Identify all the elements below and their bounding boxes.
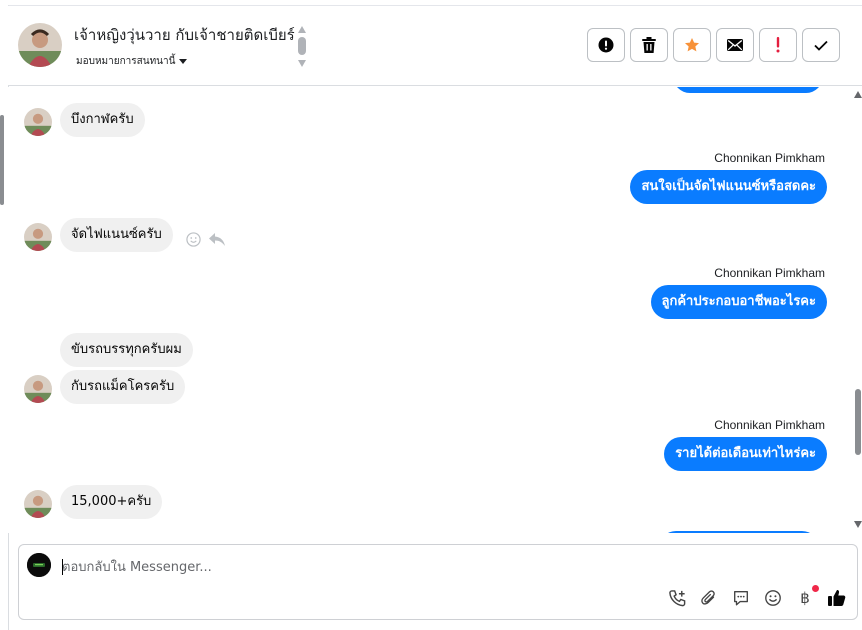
scroll-up-icon[interactable] bbox=[298, 26, 306, 33]
scroll-down-icon[interactable] bbox=[854, 521, 862, 528]
sender-name: Chonnikan Pimkham bbox=[714, 151, 825, 165]
message-bubble-outgoing-partial[interactable] bbox=[659, 531, 819, 533]
message-input[interactable] bbox=[62, 557, 762, 577]
emoji-button[interactable] bbox=[763, 588, 783, 608]
scroll-thumb[interactable] bbox=[298, 37, 306, 55]
text-cursor bbox=[62, 559, 63, 575]
conversation-header: เจ้าหญิงวุ่นวาย กับเจ้าชายติดเบียร์ มอบห… bbox=[8, 6, 862, 86]
like-button[interactable] bbox=[827, 588, 847, 608]
chevron-down-icon bbox=[179, 59, 188, 64]
thread-scrollbar[interactable] bbox=[854, 87, 862, 533]
composer-tools: ฿ bbox=[667, 585, 847, 608]
contact-avatar-small[interactable] bbox=[24, 223, 52, 251]
delete-button[interactable] bbox=[630, 28, 668, 62]
exclamation-icon bbox=[776, 37, 780, 53]
sender-name: Chonnikan Pimkham bbox=[714, 418, 825, 432]
header-actions bbox=[587, 28, 840, 62]
contact-avatar-small[interactable] bbox=[24, 490, 52, 518]
paperclip-icon bbox=[701, 590, 715, 605]
emoji-react-icon[interactable] bbox=[186, 232, 201, 247]
message-thread[interactable]: บึงกาฬครับ Chonnikan Pimkham สนใจเป็นจัด… bbox=[8, 87, 854, 533]
scroll-down-icon[interactable] bbox=[298, 60, 306, 67]
mark-spam-button[interactable] bbox=[759, 28, 797, 62]
mail-icon bbox=[727, 39, 743, 51]
left-scroll-thumb[interactable] bbox=[0, 115, 4, 205]
message-hover-actions bbox=[186, 232, 225, 247]
page-avatar bbox=[27, 553, 51, 577]
check-icon bbox=[814, 40, 828, 51]
like-icon bbox=[828, 590, 846, 606]
baht-icon: ฿ bbox=[800, 589, 810, 607]
contact-avatar-small[interactable] bbox=[24, 375, 52, 403]
phone-plus-icon bbox=[668, 589, 685, 606]
scroll-thumb[interactable] bbox=[855, 389, 861, 455]
star-icon bbox=[685, 38, 699, 52]
message-bubble-outgoing[interactable]: สนใจเป็นจัดไฟแนนซ์หรือสดคะ bbox=[630, 170, 827, 204]
message-bubble-outgoing-partial[interactable] bbox=[673, 87, 823, 93]
report-icon bbox=[598, 37, 614, 53]
mark-done-button[interactable] bbox=[802, 28, 840, 62]
message-bubble-incoming[interactable]: จัดไฟแนนซ์ครับ bbox=[60, 218, 173, 252]
message-bubble-outgoing[interactable]: ลูกค้าประกอบอาชีพอะไรคะ bbox=[650, 285, 827, 319]
assign-label: มอบหมายการสนทนานี้ bbox=[76, 56, 176, 67]
message-bubble-incoming[interactable]: 15,000+ครับ bbox=[60, 485, 163, 519]
message-bubble-incoming[interactable]: กับรถแม็คโครครับ bbox=[60, 370, 186, 404]
message-bubble-outgoing[interactable]: รายได้ต่อเดือนเท่าไหร่คะ bbox=[664, 437, 827, 471]
reply-composer: ฿ bbox=[18, 544, 858, 620]
saved-reply-icon bbox=[734, 591, 748, 606]
contact-avatar[interactable] bbox=[18, 23, 62, 67]
mark-unread-button[interactable] bbox=[716, 28, 754, 62]
saved-replies-button[interactable] bbox=[731, 588, 751, 608]
report-button[interactable] bbox=[587, 28, 625, 62]
sender-name: Chonnikan Pimkham bbox=[714, 266, 825, 280]
contact-name: เจ้าหญิงวุ่นวาย กับเจ้าชายติดเบียร์ bbox=[74, 26, 295, 44]
emoji-icon bbox=[765, 590, 781, 606]
attach-button[interactable] bbox=[699, 588, 719, 608]
star-button[interactable] bbox=[673, 28, 711, 62]
message-bubble-incoming[interactable]: บึงกาฬครับ bbox=[60, 103, 145, 137]
call-button[interactable] bbox=[667, 588, 687, 608]
contact-avatar-small[interactable] bbox=[24, 108, 52, 136]
payment-button[interactable]: ฿ bbox=[795, 585, 819, 608]
scroll-up-icon[interactable] bbox=[854, 91, 862, 98]
notification-dot bbox=[812, 585, 819, 592]
reply-icon[interactable] bbox=[209, 232, 225, 247]
assign-conversation-dropdown[interactable]: มอบหมายการสนทนานี้ bbox=[76, 54, 188, 69]
header-scrollbar[interactable] bbox=[297, 26, 307, 70]
trash-icon bbox=[642, 37, 656, 53]
message-bubble-incoming[interactable]: ขับรถบรรทุกครับผม bbox=[60, 333, 193, 367]
